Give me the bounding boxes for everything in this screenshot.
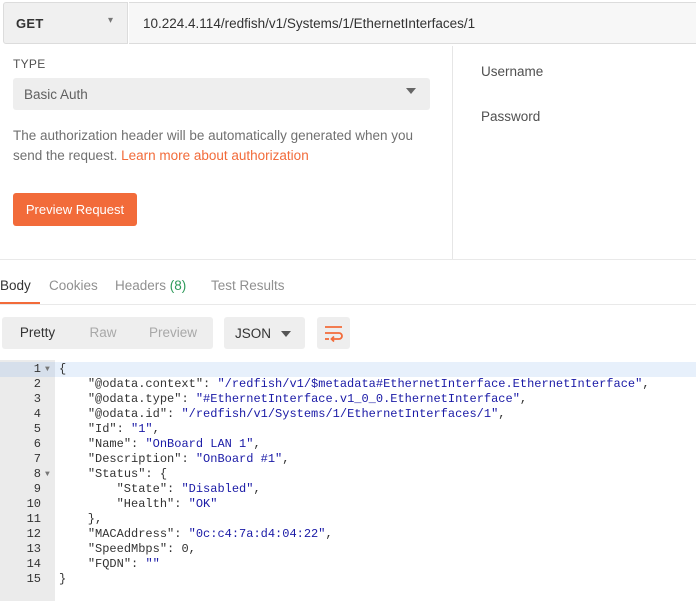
line-number: 3 [33, 392, 41, 406]
code-text: "State": "Disabled", [116, 482, 261, 496]
line-number: 4 [33, 407, 41, 421]
line-number: 15 [26, 572, 41, 586]
wrap-lines-icon [325, 326, 343, 342]
line-number-cell: 14 [0, 557, 55, 572]
chevron-down-icon: ▾ [108, 15, 114, 26]
code-line: 6 "Name": "OnBoard LAN 1", [0, 437, 696, 452]
view-pretty-button[interactable]: Pretty [2, 317, 73, 349]
fold-toggle-icon[interactable]: ▼ [45, 362, 50, 377]
section-divider [0, 259, 696, 260]
line-number-cell: 8 ▼ [0, 467, 55, 482]
line-number-cell: 6 [0, 437, 55, 452]
code-line: 12 "MACAddress": "0c:c4:7a:d4:04:22", [0, 527, 696, 542]
tab-cookies[interactable]: Cookies [49, 278, 98, 293]
auth-type-label: TYPE [13, 57, 46, 71]
tab-headers[interactable]: Headers (8) [115, 278, 186, 293]
tab-body[interactable]: Body [0, 278, 31, 293]
line-number: 2 [33, 377, 41, 391]
fold-toggle-icon[interactable]: ▼ [45, 467, 50, 482]
line-number: 8 [33, 467, 41, 481]
line-number-cell: 2 [0, 377, 55, 392]
code-line: 11 }, [0, 512, 696, 527]
code-text: "FQDN": "" [87, 557, 160, 571]
code-text: "Description": "OnBoard #1", [87, 452, 290, 466]
line-number: 11 [26, 512, 41, 526]
preview-request-button[interactable]: Preview Request [13, 193, 137, 226]
line-number-cell: 12 [0, 527, 55, 542]
code-line: 7 "Description": "OnBoard #1", [0, 452, 696, 467]
response-body-editor[interactable]: 1 ▼{2 "@odata.context": "/redfish/v1/$met… [0, 360, 696, 601]
line-number-cell: 13 [0, 542, 55, 557]
username-label: Username [481, 64, 544, 79]
code-line: 4 "@odata.id": "/redfish/v1/Systems/1/Et… [0, 407, 696, 422]
code-line: 1 ▼{ [0, 362, 696, 377]
line-number-cell: 7 [0, 452, 55, 467]
line-number: 6 [33, 437, 41, 451]
code-line: 9 "State": "Disabled", [0, 482, 696, 497]
line-number-cell: 11 [0, 512, 55, 527]
code-line: 2 "@odata.context": "/redfish/v1/$metada… [0, 377, 696, 392]
code-line: 8 ▼ "Status": { [0, 467, 696, 482]
headers-count-badge: (8) [169, 278, 187, 293]
line-number-cell: 4 [0, 407, 55, 422]
method-label: GET [16, 16, 44, 31]
line-number: 7 [33, 452, 41, 466]
url-text: 10.224.4.114/redfish/v1/Systems/1/Ethern… [143, 16, 476, 31]
tabs-divider [0, 304, 696, 305]
auth-description: The authorization header will be automat… [13, 126, 438, 166]
view-mode-segmented: Pretty Raw Preview [2, 317, 213, 349]
auth-type-select[interactable]: Basic Auth [13, 78, 430, 110]
code-line: 3 "@odata.type": "#EthernetInterface.v1_… [0, 392, 696, 407]
code-line: 5 "Id": "1", [0, 422, 696, 437]
format-select[interactable]: JSON [224, 317, 305, 349]
line-number-cell: 10 [0, 497, 55, 512]
request-bar: GET ▾ 10.224.4.114/redfish/v1/Systems/1/… [0, 0, 696, 46]
code-text: "Health": "OK" [116, 497, 218, 511]
format-value: JSON [235, 326, 272, 341]
url-input[interactable]: 10.224.4.114/redfish/v1/Systems/1/Ethern… [129, 2, 696, 44]
line-number-cell: 15 [0, 572, 55, 587]
auth-column-divider [452, 46, 453, 260]
line-number: 9 [33, 482, 41, 496]
method-select[interactable]: GET ▾ [3, 2, 128, 44]
code-text: "@odata.context": "/redfish/v1/$metadata… [87, 377, 650, 391]
caret-down-icon [406, 88, 416, 94]
line-number: 12 [26, 527, 41, 541]
line-number-cell: 9 [0, 482, 55, 497]
line-number: 5 [33, 422, 41, 436]
password-label: Password [481, 109, 541, 124]
line-number: 14 [26, 557, 41, 571]
tab-headers-label: Headers [115, 278, 167, 293]
code-text: "@odata.id": "/redfish/v1/Systems/1/Ethe… [87, 407, 506, 421]
code-text: "Status": { [87, 467, 168, 481]
code-text: { [59, 362, 67, 376]
line-number: 1 [33, 362, 41, 376]
code-line: 13 "SpeedMbps": 0, [0, 542, 696, 557]
code-text: } [59, 572, 67, 586]
code-line: 10 "Health": "OK" [0, 497, 696, 512]
line-number: 10 [26, 497, 41, 511]
caret-down-icon [281, 331, 291, 337]
code-text: "MACAddress": "0c:c4:7a:d4:04:22", [87, 527, 333, 541]
wrap-lines-button[interactable] [317, 317, 350, 349]
code-text: "@odata.type": "#EthernetInterface.v1_0_… [87, 392, 528, 406]
line-number: 13 [26, 542, 41, 556]
code-text: "SpeedMbps": 0, [87, 542, 196, 556]
code-text: "Id": "1", [87, 422, 160, 436]
line-number-cell: 5 [0, 422, 55, 437]
code-text: }, [59, 512, 103, 526]
auth-type-value: Basic Auth [24, 87, 88, 102]
code-text: "Name": "OnBoard LAN 1", [87, 437, 261, 451]
view-preview-button[interactable]: Preview [133, 317, 213, 349]
learn-more-link[interactable]: Learn more about authorization [121, 148, 309, 163]
tab-test-results[interactable]: Test Results [211, 278, 285, 293]
line-number-cell: 1 ▼ [0, 362, 55, 377]
line-number-cell: 3 [0, 392, 55, 407]
code-line: 15} [0, 572, 696, 587]
code-line: 14 "FQDN": "" [0, 557, 696, 572]
view-raw-button[interactable]: Raw [73, 317, 133, 349]
